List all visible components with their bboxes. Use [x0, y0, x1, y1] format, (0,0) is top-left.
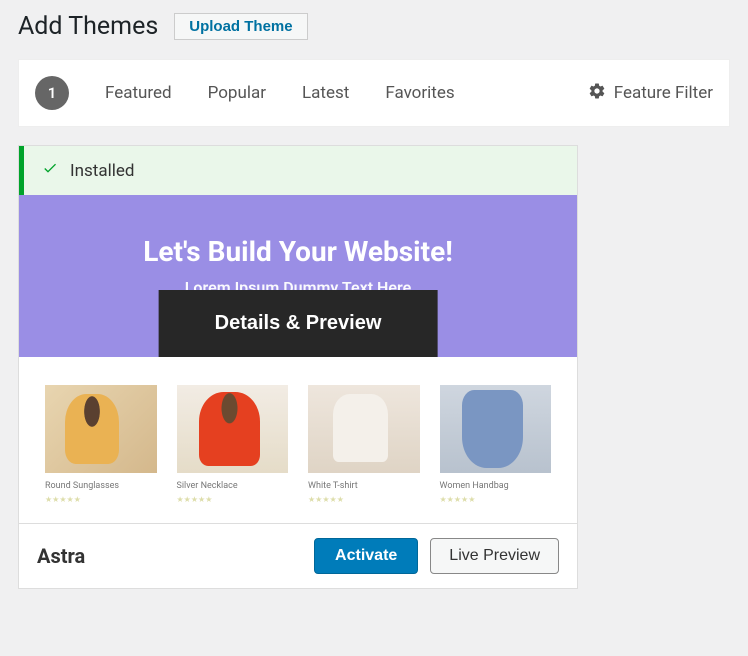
- upload-theme-button[interactable]: Upload Theme: [174, 13, 307, 40]
- product-thumbnail: [177, 385, 289, 473]
- feature-filter-link[interactable]: Feature Filter: [588, 82, 713, 105]
- filter-bar: 1 Featured Popular Latest Favorites Feat…: [18, 59, 730, 127]
- installed-label: Installed: [70, 161, 134, 181]
- theme-name: Astra: [37, 544, 85, 568]
- product-rating: ★★★★★: [45, 495, 81, 504]
- filter-latest[interactable]: Latest: [302, 83, 349, 103]
- filter-featured[interactable]: Featured: [105, 83, 172, 103]
- hero-title: Let's Build Your Website!: [39, 235, 557, 268]
- product-item: White T-shirt ★★★★★: [308, 385, 420, 505]
- product-item: Silver Necklace ★★★★★: [177, 385, 289, 505]
- feature-filter-label: Feature Filter: [614, 83, 713, 103]
- product-item: Women Handbag ★★★★★: [440, 385, 552, 505]
- gear-icon: [588, 82, 606, 105]
- theme-footer: Astra Activate Live Preview: [19, 523, 577, 588]
- product-rating: ★★★★★: [177, 495, 213, 504]
- activate-button[interactable]: Activate: [314, 538, 418, 574]
- product-thumbnail: [45, 385, 157, 473]
- product-item: Round Sunglasses ★★★★★: [45, 385, 157, 505]
- product-name: Women Handbag: [440, 481, 552, 491]
- theme-card: Installed Let's Build Your Website! Lore…: [18, 145, 578, 589]
- details-preview-button[interactable]: Details & Preview: [159, 290, 438, 357]
- product-rating: ★★★★★: [308, 495, 344, 504]
- page-title: Add Themes: [18, 12, 158, 41]
- product-grid: Round Sunglasses ★★★★★ Silver Necklace ★…: [19, 357, 577, 523]
- filter-favorites[interactable]: Favorites: [385, 83, 454, 103]
- product-name: Silver Necklace: [177, 481, 289, 491]
- product-name: White T-shirt: [308, 481, 420, 491]
- product-thumbnail: [308, 385, 420, 473]
- theme-count-badge: 1: [35, 76, 69, 110]
- theme-actions: Activate Live Preview: [314, 538, 559, 574]
- product-name: Round Sunglasses: [45, 481, 157, 491]
- theme-preview: Let's Build Your Website! Lorem Ipsum Du…: [19, 195, 577, 523]
- product-thumbnail: [440, 385, 552, 473]
- check-icon: [42, 160, 58, 181]
- page-header: Add Themes Upload Theme: [0, 0, 748, 49]
- filter-popular[interactable]: Popular: [208, 83, 266, 103]
- installed-status: Installed: [19, 146, 577, 195]
- product-rating: ★★★★★: [440, 495, 476, 504]
- live-preview-button[interactable]: Live Preview: [430, 538, 559, 574]
